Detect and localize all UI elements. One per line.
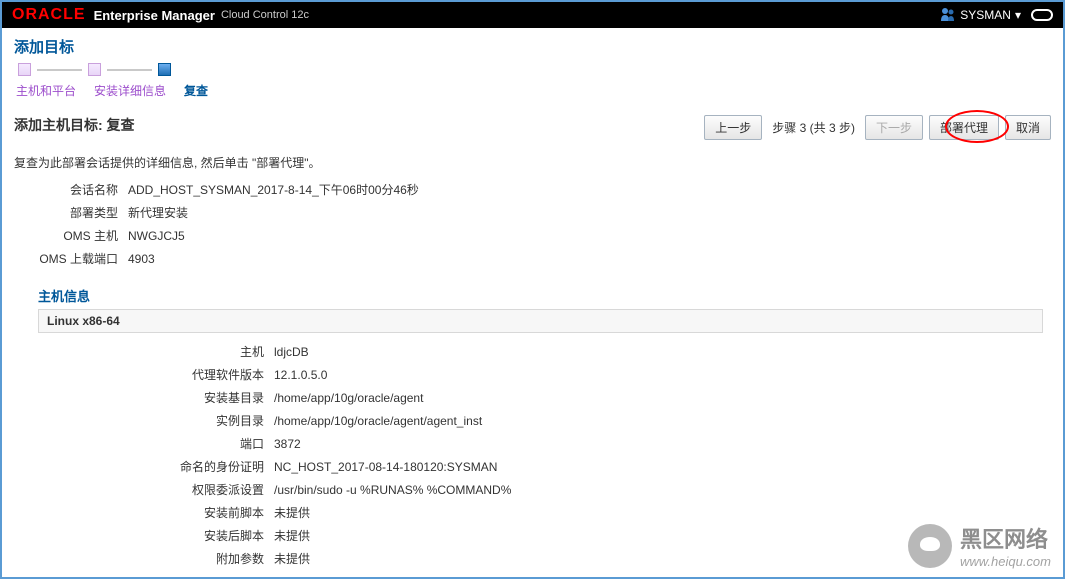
addl-params-value: 未提供 — [274, 550, 310, 568]
wizard-step-1-label[interactable]: 主机和平台 — [16, 82, 76, 99]
priv-deleg-label: 权限委派设置 — [154, 481, 264, 499]
feedback-icon[interactable] — [1031, 9, 1053, 21]
host-info-header: 主机信息 — [38, 286, 1051, 305]
wizard-step-3-label[interactable]: 复查 — [184, 82, 208, 99]
pre-script-label: 安装前脚本 — [154, 504, 264, 522]
app-title: Enterprise Manager — [94, 8, 215, 23]
session-name-label: 会话名称 — [28, 181, 118, 199]
session-name-value: ADD_HOST_SYSMAN_2017-8-14_下午06时00分46秒 — [128, 181, 419, 199]
topbar: ORACLE Enterprise Manager Cloud Control … — [0, 0, 1065, 28]
install-base-value: /home/app/10g/oracle/agent — [274, 389, 423, 407]
oms-host-label: OMS 主机 — [28, 227, 118, 245]
addl-params-label: 附加参数 — [154, 550, 264, 568]
named-cred-value: NC_HOST_2017-08-14-180120:SYSMAN — [274, 458, 497, 476]
nav-buttons: 上一步 步骤 3 (共 3 步) 下一步 部署代理 取消 — [704, 115, 1051, 140]
watermark-title: 黑区网络 — [960, 522, 1051, 554]
priv-deleg-value: /usr/bin/sudo -u %RUNAS% %COMMAND% — [274, 481, 511, 499]
oracle-logo: ORACLE — [12, 6, 86, 24]
port-value: 3872 — [274, 435, 301, 453]
instance-dir-label: 实例目录 — [154, 412, 264, 430]
agent-version-label: 代理软件版本 — [154, 366, 264, 384]
review-title: 添加主机目标: 复查 — [14, 115, 135, 135]
wizard-step-1-box[interactable] — [18, 63, 31, 76]
named-cred-label: 命名的身份证明 — [154, 458, 264, 476]
post-script-value: 未提供 — [274, 527, 310, 545]
session-details: 会话名称 ADD_HOST_SYSMAN_2017-8-14_下午06时00分4… — [28, 181, 1051, 268]
host-label: 主机 — [154, 343, 264, 361]
wizard-connector — [37, 69, 82, 71]
next-button: 下一步 — [865, 115, 923, 140]
dropdown-icon: ▾ — [1015, 8, 1021, 22]
back-button[interactable]: 上一步 — [704, 115, 762, 140]
page-title: 添加目标 — [14, 36, 1051, 57]
instance-dir-value: /home/app/10g/oracle/agent/agent_inst — [274, 412, 482, 430]
user-icon — [940, 7, 956, 24]
deploy-agent-button[interactable]: 部署代理 — [929, 115, 999, 140]
user-name: SYSMAN — [960, 8, 1011, 22]
cancel-button[interactable]: 取消 — [1005, 115, 1051, 140]
wizard-train — [18, 63, 1051, 76]
platform-bar[interactable]: Linux x86-64 — [38, 309, 1043, 333]
instruction-text: 复查为此部署会话提供的详细信息, 然后单击 "部署代理"。 — [14, 154, 1051, 171]
user-menu[interactable]: SYSMAN ▾ — [940, 7, 1021, 24]
agent-version-value: 12.1.0.5.0 — [274, 366, 327, 384]
deploy-type-value: 新代理安装 — [128, 204, 188, 222]
wizard-step-3-box[interactable] — [158, 63, 171, 76]
wizard-connector — [107, 69, 152, 71]
host-value: ldjcDB — [274, 343, 309, 361]
app-subtitle: Cloud Control 12c — [221, 9, 309, 21]
post-script-label: 安装后脚本 — [154, 527, 264, 545]
deploy-type-label: 部署类型 — [28, 204, 118, 222]
oms-port-label: OMS 上载端口 — [28, 250, 118, 268]
port-label: 端口 — [154, 435, 264, 453]
install-base-label: 安装基目录 — [154, 389, 264, 407]
oms-port-value: 4903 — [128, 250, 155, 268]
wizard-step-2-label[interactable]: 安装详细信息 — [94, 82, 166, 99]
step-indicator: 步骤 3 (共 3 步) — [772, 119, 855, 136]
watermark-url: www.heiqu.com — [960, 554, 1051, 569]
wizard-step-2-box[interactable] — [88, 63, 101, 76]
oms-host-value: NWGJCJ5 — [128, 227, 185, 245]
watermark: 黑区网络 www.heiqu.com — [908, 522, 1051, 569]
pre-script-value: 未提供 — [274, 504, 310, 522]
watermark-icon — [908, 524, 952, 568]
